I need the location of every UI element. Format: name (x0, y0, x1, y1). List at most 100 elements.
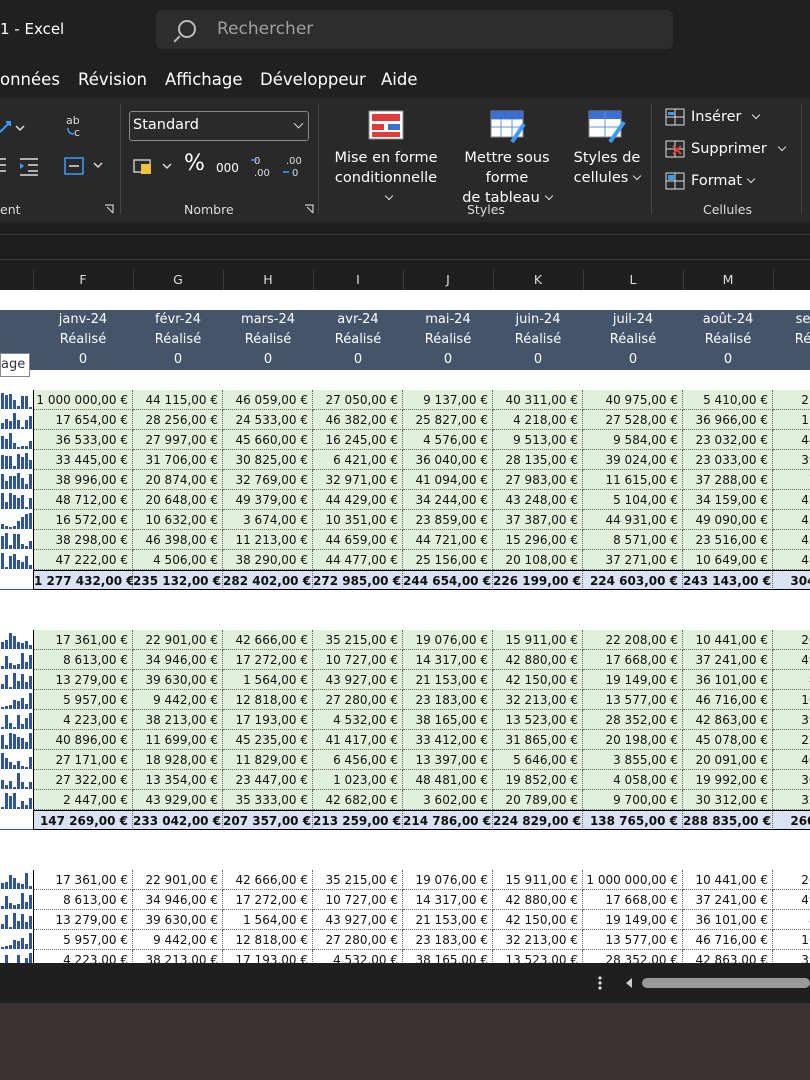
value-cell[interactable]: 8 613,00 € (33, 890, 133, 910)
value-cell[interactable]: 13 577,00 € (583, 690, 683, 710)
value-cell[interactable]: 37 271,00 € (583, 550, 683, 570)
menu-tab-donnees[interactable]: onnées (0, 70, 60, 89)
value-cell[interactable]: 45 235,00 € (223, 730, 313, 750)
value-cell[interactable]: 37 241,00 € (683, 890, 773, 910)
value-cell[interactable]: 34 159,00 € (683, 490, 773, 510)
value-cell[interactable]: 19 149,00 € (583, 910, 683, 930)
dialog-launcher-icon[interactable] (304, 204, 314, 214)
value-cell[interactable]: 27 997,00 € (133, 430, 223, 450)
value-cell[interactable]: 44 477,00 € (313, 550, 403, 570)
value-cell[interactable]: 42 863,00 € (683, 710, 773, 730)
value-cell[interactable]: 16 245,00 € (313, 430, 403, 450)
value-cell[interactable]: 27 050,00 € (313, 390, 403, 410)
total-cell[interactable]: 243 143,00 € (683, 570, 773, 590)
value-cell[interactable]: 44 115,00 € (133, 390, 223, 410)
value-cell[interactable]: 1 000 000,00 € (583, 870, 683, 890)
value-cell[interactable]: 31 706,00 € (133, 450, 223, 470)
value-cell[interactable]: 25 156,00 € (403, 550, 493, 570)
value-cell[interactable]: 8 9 (773, 670, 810, 690)
value-cell[interactable]: 23 447,00 € (223, 770, 313, 790)
dialog-launcher-icon[interactable] (104, 204, 114, 214)
menu-tab-developpeur[interactable]: Développeur (260, 70, 366, 89)
value-cell[interactable]: 38 213,00 € (133, 710, 223, 730)
value-cell[interactable]: 21 153,00 € (403, 910, 493, 930)
conditional-format-button[interactable]: Mise en forme conditionnelle (330, 148, 442, 208)
value-cell[interactable]: 44 721,00 € (403, 530, 493, 550)
value-cell[interactable]: 16 572,00 € (33, 510, 133, 530)
value-cell[interactable]: 46 716,00 € (683, 690, 773, 710)
value-cell[interactable]: 44 429,00 € (313, 490, 403, 510)
value-cell[interactable]: 38 298,00 € (33, 530, 133, 550)
value-cell[interactable]: 49 2 (773, 890, 810, 910)
value-cell[interactable]: 42 863,00 € (683, 950, 773, 963)
column-header-j[interactable]: J (403, 270, 494, 290)
value-cell[interactable]: 15 296,00 € (493, 530, 583, 550)
value-cell[interactable]: 10 727,00 € (313, 650, 403, 670)
value-cell[interactable]: 30 825,00 € (223, 450, 313, 470)
value-cell[interactable]: 23 183,00 € (403, 930, 493, 950)
insert-cells-icon[interactable] (665, 108, 685, 126)
format-button[interactable]: Format (691, 171, 756, 191)
value-cell[interactable]: 17 668,00 € (583, 650, 683, 670)
value-cell[interactable]: 17 654,00 € (33, 410, 133, 430)
column-header-f[interactable]: F (33, 270, 134, 290)
value-cell[interactable]: 49 379,00 € (223, 490, 313, 510)
value-cell[interactable]: 6 421,00 € (313, 450, 403, 470)
value-cell[interactable]: 16 1 (773, 690, 810, 710)
value-cell[interactable]: 19 076,00 € (403, 870, 493, 890)
value-cell[interactable]: 20 198,00 € (583, 730, 683, 750)
value-cell[interactable]: 17 668,00 € (583, 890, 683, 910)
value-cell[interactable]: 13 279,00 € (33, 670, 133, 690)
column-header-i[interactable]: I (313, 270, 404, 290)
menu-tab-aide[interactable]: Aide (381, 70, 418, 89)
total-cell[interactable]: 1 277 432,00 € (33, 570, 135, 590)
format-as-table-icon[interactable] (490, 110, 528, 144)
value-cell[interactable]: 45 078,00 € (683, 730, 773, 750)
total-cell[interactable]: 213 259,00 € (313, 810, 403, 830)
value-cell[interactable]: 20 648,00 € (133, 490, 223, 510)
value-cell[interactable]: 13 577,00 € (583, 930, 683, 950)
value-cell[interactable]: 32 769,00 € (223, 470, 313, 490)
value-cell[interactable]: 9 513,00 € (493, 430, 583, 450)
total-cell[interactable]: 244 654,00 € (403, 570, 493, 590)
value-cell[interactable]: 4 576,00 € (403, 430, 493, 450)
value-cell[interactable]: 23 183,00 € (403, 690, 493, 710)
value-cell[interactable]: 38 165,00 € (403, 950, 493, 963)
value-cell[interactable]: 9 584,00 € (583, 430, 683, 450)
total-cell[interactable]: 224 603,00 € (583, 570, 683, 590)
value-cell[interactable]: 4 532,00 € (313, 710, 403, 730)
value-cell[interactable]: 34 244,00 € (403, 490, 493, 510)
value-cell[interactable]: 28 135,00 € (493, 450, 583, 470)
value-cell[interactable]: 42 666,00 € (223, 870, 313, 890)
value-cell[interactable]: 48 7 (773, 550, 810, 570)
value-cell[interactable]: 13 523,00 € (493, 710, 583, 730)
value-cell[interactable]: 3 602,00 € (403, 790, 493, 810)
value-cell[interactable]: 35 333,00 € (223, 790, 313, 810)
value-cell[interactable]: 15 911,00 € (493, 870, 583, 890)
total-cell[interactable]: 224 829,00 € (493, 810, 583, 830)
value-cell[interactable]: 22 901,00 € (133, 630, 223, 650)
column-header-h[interactable]: H (223, 270, 314, 290)
total-cell[interactable]: 226 199,00 € (493, 570, 583, 590)
value-cell[interactable]: 16 1 (773, 930, 810, 950)
value-cell[interactable]: 10 632,00 € (133, 510, 223, 530)
value-cell[interactable]: 5 957,00 € (33, 930, 133, 950)
value-cell[interactable]: 27 280,00 € (313, 690, 403, 710)
format-as-table-button[interactable]: Mettre sous forme de tableau (446, 148, 568, 208)
value-cell[interactable]: 8 613,00 € (33, 650, 133, 670)
value-cell[interactable]: 35 215,00 € (313, 630, 403, 650)
value-cell[interactable]: 22 208,00 € (583, 630, 683, 650)
value-cell[interactable]: 4 058,00 € (583, 770, 683, 790)
value-cell[interactable]: 41 417,00 € (313, 730, 403, 750)
value-cell[interactable]: 28 352,00 € (583, 710, 683, 730)
value-cell[interactable]: 41 094,00 € (403, 470, 493, 490)
value-cell[interactable]: 1 564,00 € (223, 670, 313, 690)
value-cell[interactable]: 23 033,00 € (683, 450, 773, 470)
value-cell[interactable]: 8 9 (773, 910, 810, 930)
value-cell[interactable]: 7 4 (773, 470, 810, 490)
indent-icon[interactable] (0, 156, 42, 176)
value-cell[interactable]: 4 506,00 € (133, 550, 223, 570)
value-cell[interactable]: 20 108,00 € (493, 550, 583, 570)
insert-button[interactable]: Insérer (691, 107, 761, 127)
value-cell[interactable]: 17 361,00 € (33, 630, 133, 650)
